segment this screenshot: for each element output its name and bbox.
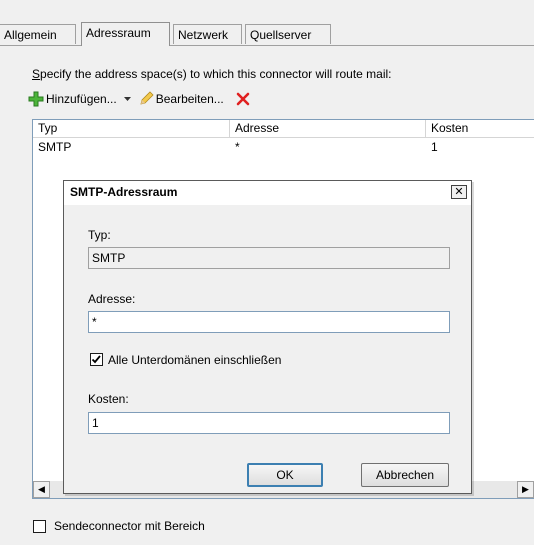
- checkmark-icon: [91, 355, 101, 364]
- tab-adressraum[interactable]: Adressraum: [81, 22, 170, 46]
- toolbar: Hinzufügen... Bearbeiten...: [28, 88, 258, 110]
- column-header-adresse[interactable]: Adresse: [230, 120, 426, 137]
- scroll-left-button[interactable]: ◀: [33, 481, 50, 498]
- add-dropdown-button[interactable]: [123, 96, 134, 102]
- tab-quellserver[interactable]: Quellserver: [245, 24, 331, 44]
- kosten-field[interactable]: 1: [88, 412, 450, 434]
- green-plus-icon: [28, 91, 44, 107]
- tab-label: Quellserver: [250, 28, 312, 42]
- description-body: pecify the address space(s) to which thi…: [40, 67, 392, 81]
- tab-label: Netzwerk: [178, 28, 229, 42]
- edit-button[interactable]: Bearbeiten...: [138, 91, 224, 107]
- scope-connector-label: Sendeconnector mit Bereich: [54, 519, 205, 533]
- tab-netzwerk[interactable]: Netzwerk: [173, 24, 242, 44]
- chevron-left-icon: ◀: [38, 484, 45, 494]
- tab-allgemein[interactable]: Allgemein: [0, 24, 76, 44]
- chevron-down-icon: [123, 97, 131, 101]
- cancel-button[interactable]: Abbrechen: [361, 463, 449, 487]
- table-row[interactable]: SMTP * 1: [33, 138, 534, 156]
- close-button[interactable]: ✕: [451, 185, 467, 199]
- scope-connector-checkbox[interactable]: [33, 520, 46, 533]
- subdomains-label: Alle Unterdomänen einschließen: [108, 353, 282, 367]
- cell-kosten: 1: [431, 140, 438, 154]
- description-text: Specify the address space(s) to which th…: [32, 67, 392, 81]
- tab-label: Allgemein: [4, 28, 57, 42]
- edit-button-label: Bearbeiten...: [155, 92, 224, 106]
- dialog-titlebar: SMTP-Adressraum ✕: [64, 181, 471, 205]
- cell-adresse: *: [235, 140, 240, 154]
- adresse-field[interactable]: *: [88, 311, 450, 333]
- tab-label: Adressraum: [86, 26, 151, 40]
- kosten-label: Kosten:: [88, 392, 129, 406]
- scroll-right-button[interactable]: ▶: [517, 481, 534, 498]
- typ-field: SMTP: [88, 247, 450, 269]
- column-header-typ[interactable]: Typ: [33, 120, 230, 137]
- ok-button[interactable]: OK: [247, 463, 323, 487]
- column-header-kosten[interactable]: Kosten: [426, 120, 534, 137]
- add-button[interactable]: Hinzufügen...: [28, 91, 117, 107]
- add-button-label: Hinzufügen...: [46, 92, 117, 106]
- description-mnemonic: S: [32, 67, 41, 81]
- dialog-title: SMTP-Adressraum: [70, 185, 178, 199]
- cell-typ: SMTP: [38, 140, 72, 154]
- subdomains-checkbox[interactable]: [90, 353, 103, 366]
- tab-strip: Allgemein Adressraum Netzwerk Quellserve…: [0, 0, 534, 47]
- chevron-right-icon: ▶: [522, 484, 529, 494]
- close-icon: ✕: [454, 185, 464, 198]
- adresse-label: Adresse:: [88, 292, 136, 306]
- typ-label: Typ:: [88, 228, 111, 242]
- delete-button[interactable]: [236, 92, 252, 106]
- smtp-address-space-dialog: SMTP-Adressraum ✕ Typ: SMTP Adresse: * A…: [63, 180, 472, 494]
- pencil-icon: [140, 91, 154, 105]
- red-x-icon: [236, 92, 250, 106]
- list-header: Typ Adresse Kosten: [33, 120, 534, 138]
